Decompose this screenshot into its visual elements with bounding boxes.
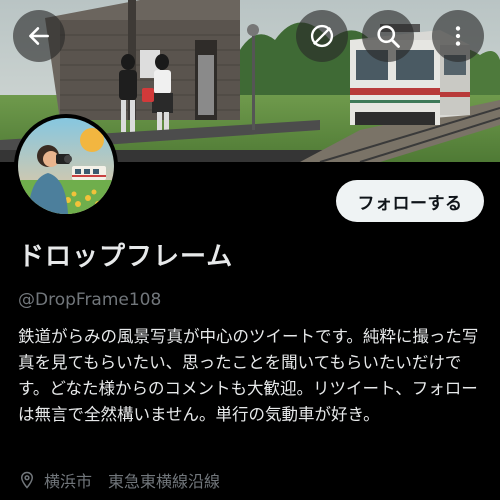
avatar[interactable] (14, 114, 118, 218)
more-options-button[interactable] (432, 10, 484, 62)
profile-handle: @DropFrame108 (18, 290, 162, 310)
location-pin-icon (20, 471, 34, 489)
search-button[interactable] (362, 10, 414, 62)
profile-location: 横浜市 東急東横線沿線 (18, 468, 220, 492)
profile-display-name: ドロップフレーム (18, 242, 234, 272)
hide-content-button[interactable] (296, 10, 348, 62)
avatar-illustration (18, 118, 114, 214)
search-icon (377, 25, 400, 48)
follow-button[interactable]: フォローする (336, 180, 484, 222)
profile-location-label: 横浜市 東急東横線沿線 (44, 472, 221, 491)
eye-slash-circle-icon (310, 24, 334, 48)
back-button[interactable] (13, 10, 65, 62)
arrow-left-icon (29, 27, 49, 45)
more-vertical-icon (455, 26, 461, 46)
profile-bio: 鉄道がらみの風景写真が中心のツイートです。純粋に撮った写真を見てもらいたい、思っ… (18, 327, 479, 424)
